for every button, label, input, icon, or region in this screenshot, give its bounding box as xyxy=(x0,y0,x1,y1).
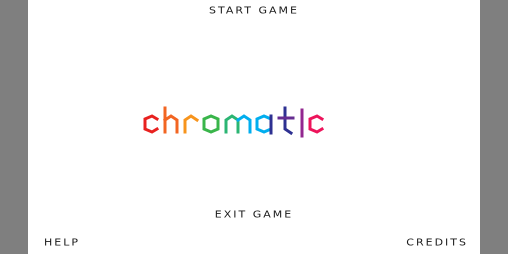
logo-letter-c1 xyxy=(143,114,160,134)
logo-letter-r xyxy=(183,114,200,134)
logo-letter-m xyxy=(224,114,240,134)
start-game-button[interactable]: START GAME xyxy=(28,5,480,16)
credits-button[interactable]: CREDITS xyxy=(406,237,468,248)
help-button[interactable]: HELP xyxy=(44,237,80,248)
logo-letter-a xyxy=(255,114,273,134)
logo-letter-o xyxy=(202,114,220,134)
exit-game-button[interactable]: EXIT GAME xyxy=(28,209,480,220)
chromatic-logo xyxy=(143,106,325,138)
logo-letter-c2 xyxy=(308,114,325,134)
logo-letter-t xyxy=(283,106,294,136)
game-screen: START GAME EXIT GAME HELP CREDITS xyxy=(28,0,480,254)
